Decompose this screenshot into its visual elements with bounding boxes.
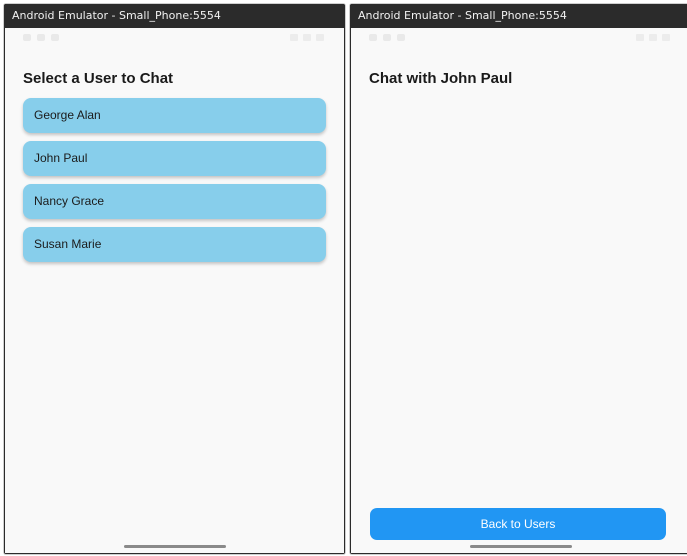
status-left-icons [23, 34, 59, 41]
battery-icon [316, 34, 324, 41]
notification-icon [397, 34, 405, 41]
back-to-users-button[interactable]: Back to Users [370, 508, 666, 540]
home-indicator-icon[interactable] [123, 545, 226, 548]
signal-icon [303, 34, 311, 41]
status-right-icons [290, 34, 324, 41]
emulator-window-right: Android Emulator - Small_Phone:5554 Chat… [350, 4, 687, 554]
phone-screen: Chat with John Paul Back to Users [351, 28, 687, 553]
page-title: Select a User to Chat [23, 70, 174, 87]
window-title: Android Emulator - Small_Phone:5554 [350, 4, 687, 28]
signal-icon [649, 34, 657, 41]
status-time-icon [23, 34, 31, 41]
notification-icon [37, 34, 45, 41]
user-item-nancy-grace[interactable]: Nancy Grace [23, 184, 326, 219]
user-item-susan-marie[interactable]: Susan Marie [23, 227, 326, 262]
status-bar [351, 28, 687, 48]
notification-icon [51, 34, 59, 41]
notification-icon [383, 34, 391, 41]
user-list: George Alan John Paul Nancy Grace Susan … [23, 98, 326, 262]
wifi-icon [290, 34, 298, 41]
status-left-icons [369, 34, 405, 41]
status-time-icon [369, 34, 377, 41]
battery-icon [662, 34, 670, 41]
phone-screen: Select a User to Chat George Alan John P… [5, 28, 344, 553]
user-item-george-alan[interactable]: George Alan [23, 98, 326, 133]
user-item-john-paul[interactable]: John Paul [23, 141, 326, 176]
chat-title: Chat with John Paul [369, 70, 513, 87]
wifi-icon [636, 34, 644, 41]
window-title: Android Emulator - Small_Phone:5554 [4, 4, 345, 28]
home-indicator-icon[interactable] [469, 545, 572, 548]
emulator-window-left: Android Emulator - Small_Phone:5554 Sele… [4, 4, 345, 554]
status-right-icons [636, 34, 670, 41]
status-bar [5, 28, 344, 48]
